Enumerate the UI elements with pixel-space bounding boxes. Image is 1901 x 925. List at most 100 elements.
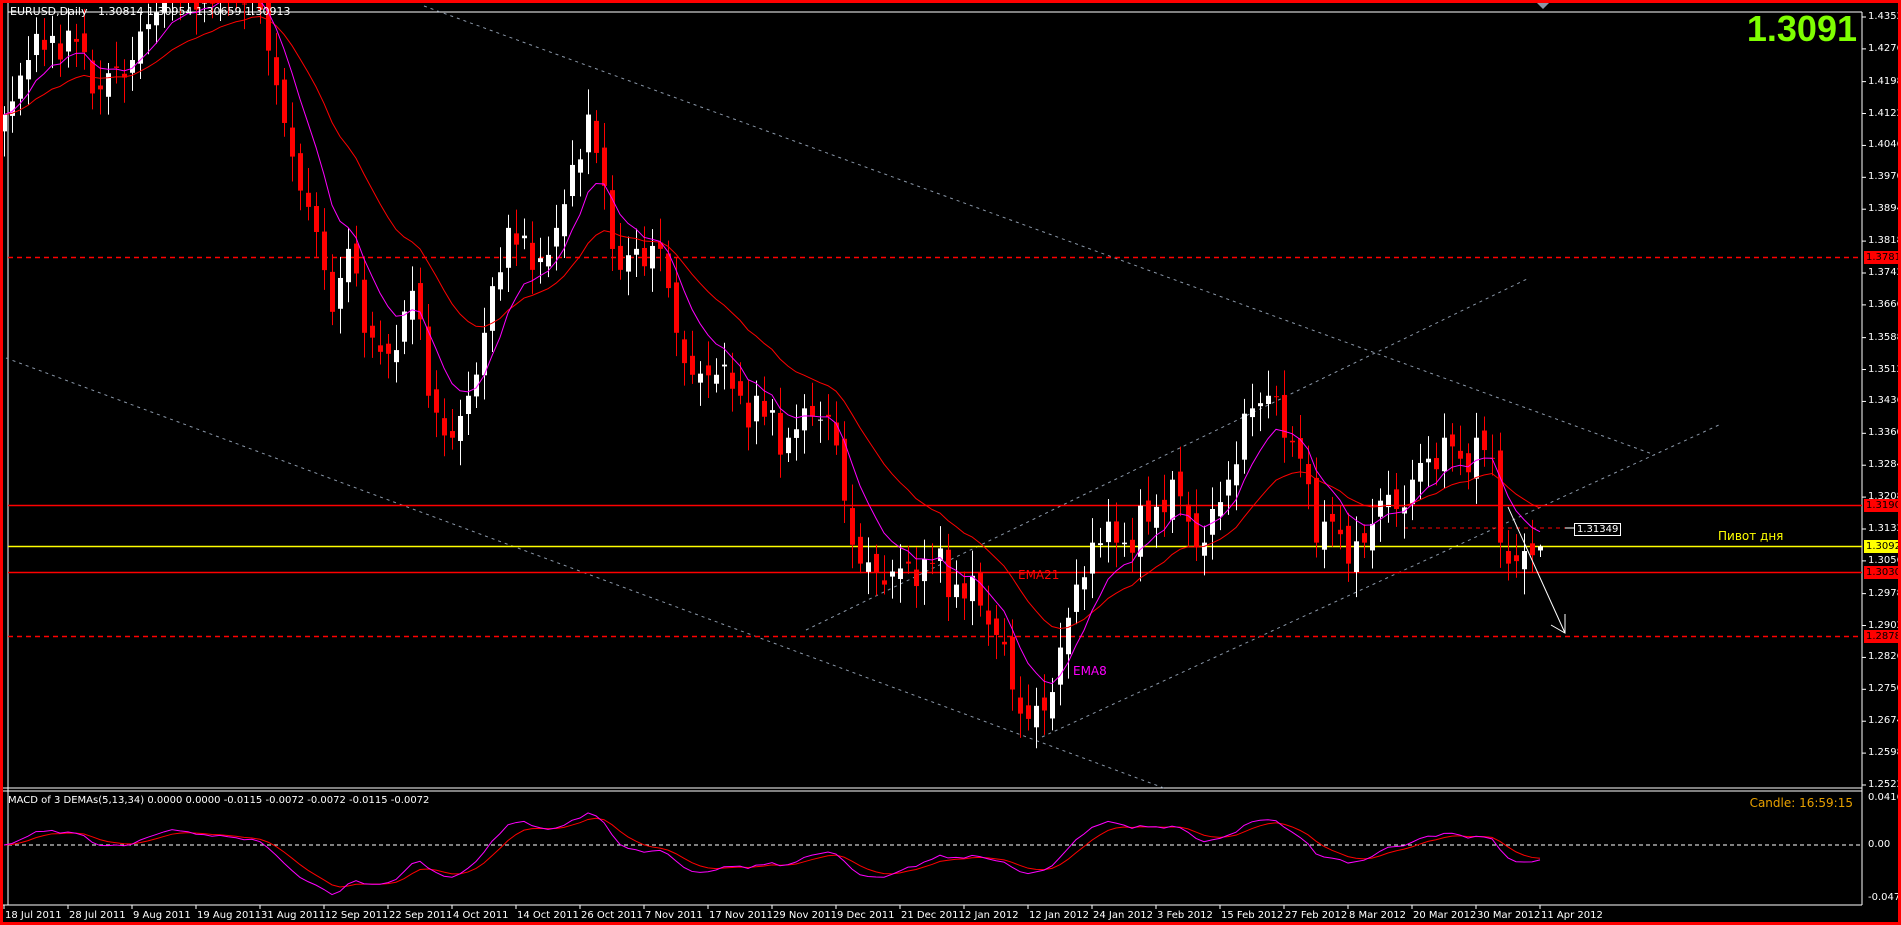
candle-body <box>290 127 295 157</box>
candle <box>970 550 975 626</box>
candle-body <box>602 147 607 186</box>
candle-body <box>946 549 951 598</box>
candle <box>1538 544 1543 557</box>
price-axis-label: 1.37425 <box>1868 267 1901 278</box>
candle-body <box>682 339 687 364</box>
price-axis-label: 1.27505 <box>1868 683 1901 695</box>
price-axis-label: 1.41225 <box>1868 107 1901 119</box>
candle <box>594 110 599 164</box>
price-axis-label: 1.31325 <box>1868 523 1901 534</box>
candle-body <box>298 153 303 191</box>
date-axis-label: 28 Jul 2011 <box>69 910 126 921</box>
candle-body <box>114 66 119 68</box>
candle <box>730 352 735 412</box>
candle-body <box>554 227 559 247</box>
candle <box>906 545 911 574</box>
candle <box>346 227 351 303</box>
candle-body <box>50 35 55 43</box>
candle <box>58 24 63 77</box>
candle-body <box>354 243 359 274</box>
candle <box>1282 370 1287 463</box>
price-level-label[interactable]: 1.31349 <box>1574 523 1622 536</box>
candle-body <box>1402 507 1407 514</box>
candle <box>50 15 55 69</box>
price-axis-label: 1.42765 <box>1868 42 1901 54</box>
candle-body <box>74 38 79 42</box>
candle-body <box>314 206 319 233</box>
candle-body <box>1202 542 1207 556</box>
candle <box>122 59 127 103</box>
macd-title: MACD of 3 DEMAs(5,13,34) 0.0000 0.0000 -… <box>8 795 430 806</box>
candle <box>394 324 399 383</box>
candle-body <box>1298 438 1303 459</box>
candle-body <box>690 355 695 375</box>
date-axis-label: 12 Sep 2011 <box>325 910 389 921</box>
candle-body <box>650 245 655 269</box>
candle <box>1218 481 1223 531</box>
candle-body <box>786 437 791 454</box>
candle <box>770 399 775 436</box>
candle-body <box>1498 450 1503 543</box>
candle-body <box>1090 542 1095 574</box>
candle-body <box>1434 458 1439 470</box>
candle-body <box>1010 636 1015 690</box>
candle-body <box>1306 464 1311 485</box>
candle-body <box>2 114 7 132</box>
date-axis-label: 20 Mar 2012 <box>1413 910 1477 921</box>
price-axis-label: 1.25225 <box>1868 779 1901 790</box>
candle-body <box>1346 525 1351 564</box>
ema8-label: EMA8 <box>1073 664 1107 678</box>
candle-body <box>578 159 583 173</box>
candle-body <box>410 290 415 320</box>
macd-axis-label: -0.047 <box>1868 892 1901 903</box>
candle-body <box>802 408 807 431</box>
candle <box>714 358 719 393</box>
candle-body <box>1378 500 1383 517</box>
candle-body <box>1330 513 1335 522</box>
candle <box>490 277 495 352</box>
date-axis-label: 31 Aug 2011 <box>261 910 326 921</box>
candle <box>850 484 855 569</box>
metatrader-chart-window[interactable]: EURUSD,Daily 1.30814 1.30954 1.30659 1.3… <box>0 0 1901 925</box>
candle <box>1090 518 1095 599</box>
candle-body <box>1274 396 1279 398</box>
candle <box>762 376 767 426</box>
candle-body <box>594 120 599 153</box>
candle <box>458 399 463 466</box>
candle-body <box>642 247 647 267</box>
price-level-tag: 1.30920 <box>1864 539 1901 553</box>
price-chart-canvas[interactable] <box>0 0 1901 925</box>
candle <box>506 214 511 292</box>
candle <box>1330 496 1335 547</box>
candle <box>466 371 471 435</box>
candle-body <box>978 571 983 606</box>
candle-body <box>914 569 919 587</box>
candle-body <box>1154 506 1159 528</box>
date-axis-label: 7 Nov 2011 <box>645 910 703 921</box>
candle <box>1410 459 1415 521</box>
candle <box>530 221 535 294</box>
date-axis-label: 4 Oct 2011 <box>453 910 509 921</box>
candle <box>90 49 95 110</box>
candle <box>914 547 919 608</box>
candle <box>354 225 359 287</box>
candle <box>738 362 743 405</box>
candle <box>1298 415 1303 478</box>
candle <box>1434 442 1439 486</box>
candle-body <box>1442 437 1447 472</box>
candle <box>322 208 327 290</box>
candle <box>1170 471 1175 534</box>
candle-body <box>1002 641 1007 645</box>
candle-body <box>282 79 287 123</box>
candle-body <box>506 227 511 268</box>
candle-body <box>522 235 527 239</box>
candle <box>1450 423 1455 472</box>
candle <box>1490 434 1495 476</box>
ohlc-low: 1.30659 <box>195 5 242 18</box>
candle-body <box>138 31 143 64</box>
date-axis-label: 15 Feb 2012 <box>1221 910 1284 921</box>
chart-header: EURUSD,Daily 1.30814 1.30954 1.30659 1.3… <box>10 5 290 18</box>
candle <box>10 76 15 133</box>
candle <box>586 89 591 175</box>
date-axis-label: 26 Oct 2011 <box>581 910 643 921</box>
